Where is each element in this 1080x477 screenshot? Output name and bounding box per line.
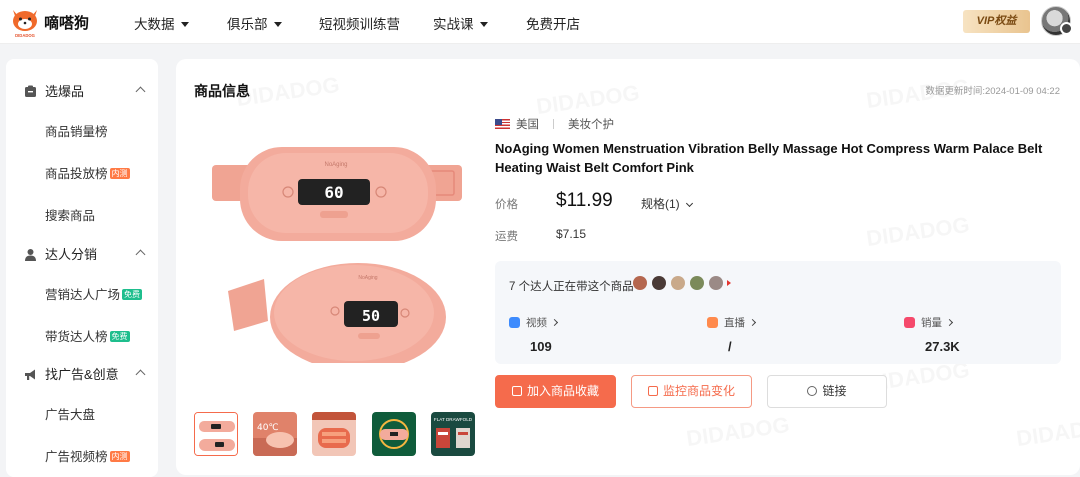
product-thumbnail-5[interactable]: FLAT DRAWFOLD (431, 412, 475, 456)
chevron-up-icon[interactable] (135, 249, 146, 260)
product-title: NoAging Women Menstruation Vibration Bel… (495, 141, 1043, 175)
sidebar-item-sales-rank[interactable]: 商品销量榜 (45, 121, 108, 140)
product-country: 美国 (516, 119, 539, 131)
price-label: 价格 (495, 199, 518, 211)
stats-panel: 7 个达人正在带这个商品 视频 109 直播 / 销量 27.3K (495, 261, 1061, 364)
product-main-image[interactable]: NoAging 60 NoAging 50 (208, 141, 468, 363)
spec-dropdown[interactable]: 规格(1) (641, 195, 693, 212)
shipping-cost: $7.15 (556, 227, 587, 241)
product-thumbnail-2[interactable]: 40℃ (253, 412, 297, 456)
caret-down-icon (273, 22, 282, 27)
brand-name[interactable]: 嘀嗒狗 (44, 12, 89, 33)
sales-count: 27.3K (925, 339, 960, 354)
divider (553, 119, 554, 129)
thumb-caption-text: FLAT DRAWFOLD (434, 417, 473, 422)
section-title: 商品信息 (194, 83, 250, 99)
watermark: DIDADOG (535, 80, 641, 120)
update-time: 数据更新时间:2024-01-09 04:22 (925, 86, 1060, 97)
us-flag-icon (495, 119, 510, 129)
chevron-up-icon[interactable] (135, 86, 146, 97)
sidebar-item-search-product[interactable]: 搜索商品 (45, 205, 95, 224)
avatar-badge-icon (1060, 22, 1073, 35)
sidebar: 选爆品 商品销量榜 商品投放榜 内测 搜索商品 达人分销 营销达人广场 免费 带货达… (6, 59, 158, 477)
video-stat-link[interactable]: 视频 (509, 315, 559, 330)
shipping-label: 运费 (495, 231, 518, 243)
beta-tag: 内测 (109, 451, 130, 462)
product-info-card: DIDADOG DIDADOG DIDADOG DIDADOG DIDADOG … (176, 59, 1080, 475)
thumb-temperature-text: 40℃ (257, 423, 279, 433)
watermark: DIDADOG (235, 72, 341, 112)
product-thumbnail-3[interactable] (312, 412, 356, 456)
sidebar-group-ads[interactable]: 找广告&创意 (24, 364, 119, 383)
video-icon (509, 317, 520, 328)
sidebar-group-influencer[interactable]: 达人分销 (24, 244, 97, 263)
influencer-avatar[interactable] (652, 276, 666, 290)
influencer-avatar[interactable] (709, 276, 723, 290)
sidebar-item-ad-video-rank[interactable]: 广告视频榜 内测 (45, 446, 130, 465)
nav-item-bigdata[interactable]: 大数据 (134, 13, 189, 33)
caret-down-icon (479, 22, 488, 27)
influencer-count-text: 7 个达人正在带这个商品 (509, 281, 634, 293)
logo-subtext: DIDADOG (15, 33, 35, 38)
sidebar-item-influencer-square[interactable]: 营销达人广场 免费 (45, 284, 143, 303)
beta-tag: 内测 (109, 168, 130, 179)
live-stat-link[interactable]: 直播 (707, 315, 757, 330)
influencer-avatar[interactable] (633, 276, 647, 290)
influencer-avatar[interactable] (690, 276, 704, 290)
vip-benefits-button[interactable]: VIP权益 (963, 10, 1030, 33)
watermark: DIDADOG (685, 412, 791, 452)
box-icon (25, 85, 36, 97)
product-price: $11.99 (556, 190, 613, 211)
nav-item-video-camp[interactable]: 短视频训练营 (319, 13, 400, 33)
product-meta-row: 美国 美妆个护 (495, 116, 614, 132)
nav-item-open-store[interactable]: 免费开店 (526, 13, 580, 33)
free-tag: 免费 (109, 331, 130, 342)
nav-item-club[interactable]: 俱乐部 (227, 13, 282, 33)
user-icon (25, 249, 36, 261)
chevron-right-icon (748, 318, 757, 327)
link-button[interactable]: 链接 (767, 375, 887, 408)
sidebar-item-ad-overview[interactable]: 广告大盘 (45, 404, 95, 423)
belt-brand-text: NoAging (324, 162, 347, 168)
belt-brand-text: NoAging (358, 275, 377, 281)
top-navbar: DIDADOG 嘀嗒狗 大数据 俱乐部 短视频训练营 实战课 免费开店 VIP权… (0, 0, 1080, 44)
favorite-icon (511, 386, 522, 396)
product-thumbnail-1[interactable] (194, 412, 238, 456)
sidebar-group-hot-products[interactable]: 选爆品 (24, 81, 84, 100)
chevron-right-icon (550, 318, 559, 327)
caret-right-icon[interactable] (727, 280, 731, 286)
chevron-right-icon (945, 318, 954, 327)
live-icon (707, 317, 718, 328)
nav-item-course[interactable]: 实战课 (433, 13, 488, 33)
monitor-icon (647, 386, 658, 396)
sidebar-item-ad-rank[interactable]: 商品投放榜 内测 (45, 163, 130, 182)
video-count: 109 (530, 339, 552, 354)
product-thumbnail-4[interactable] (372, 412, 416, 456)
sidebar-item-influencer-rank[interactable]: 带货达人榜 免费 (45, 326, 130, 345)
belt-display-top: 60 (324, 183, 343, 202)
sales-icon (904, 317, 915, 328)
product-category: 美妆个护 (568, 119, 614, 131)
chevron-up-icon[interactable] (135, 369, 146, 380)
influencer-avatar[interactable] (671, 276, 685, 290)
chevron-down-icon (685, 199, 693, 208)
sales-stat-link[interactable]: 销量 (904, 315, 954, 330)
free-tag: 免费 (122, 289, 143, 300)
monitor-product-button[interactable]: 监控商品变化 (631, 375, 752, 408)
watermark: DIDADOG (865, 212, 971, 252)
belt-display-bottom: 50 (362, 307, 380, 325)
watermark: DIDADOG (1015, 412, 1080, 452)
link-icon (807, 386, 818, 396)
add-favorite-button[interactable]: 加入商品收藏 (495, 375, 616, 408)
megaphone-icon (25, 369, 35, 380)
didadog-logo-icon[interactable]: DIDADOG (10, 6, 40, 38)
live-count: / (728, 339, 732, 354)
caret-down-icon (180, 22, 189, 27)
